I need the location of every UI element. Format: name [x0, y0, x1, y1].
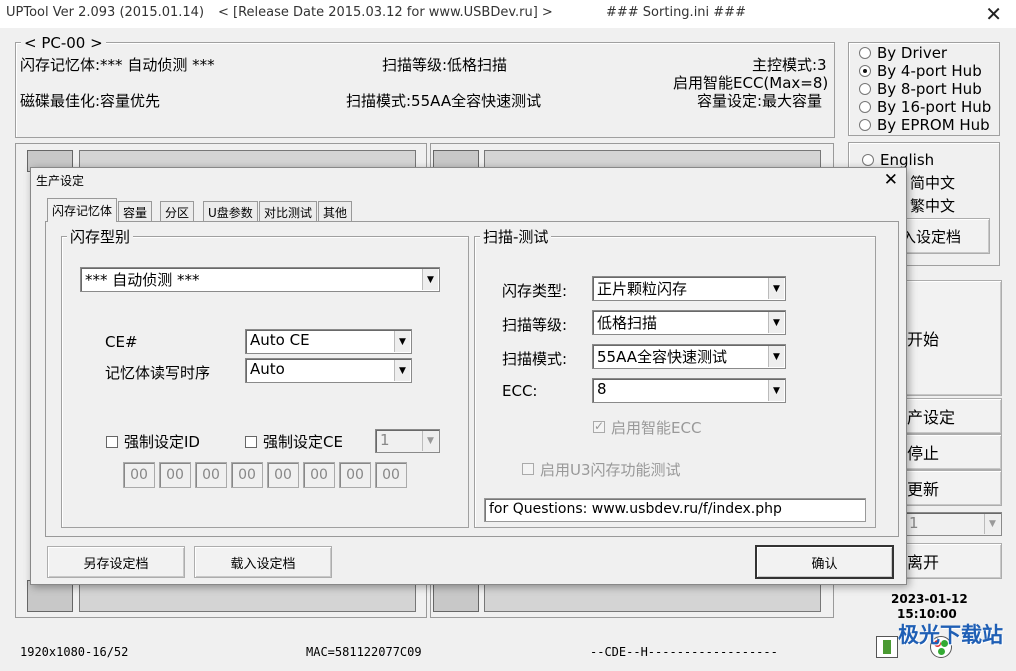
tab-flash-memory[interactable]: 闪存记忆体 [47, 198, 118, 222]
close-icon[interactable]: ✕ [985, 2, 1002, 26]
tab-capacity[interactable]: 容量 [118, 201, 153, 221]
cde-status: --CDE--H------------------ [590, 645, 778, 659]
tab-other[interactable]: 其他 [318, 201, 353, 221]
hub-label-4port: By 4-port Hub [877, 62, 982, 80]
save-config-button[interactable]: 另存设定档 [47, 546, 185, 578]
tab-compare-test[interactable]: 对比测试 [259, 201, 318, 221]
scan-level-label: 扫描等级: [502, 316, 568, 334]
scan-mode-value: 55AA全容快速测试 [597, 348, 728, 366]
scan-mode-info: 扫描模式:55AA全容快速测试 [346, 92, 542, 110]
u3-test-checkbox [522, 463, 534, 475]
scan-level-value: 低格扫描 [597, 314, 658, 332]
scan-mode-label: 扫描模式: [502, 350, 568, 368]
hub-label-8port: By 8-port Hub [877, 80, 982, 98]
scan-level-combo[interactable]: 低格扫描 ▼ [592, 310, 786, 335]
u3-test-label: 启用U3闪存功能测试 [540, 461, 681, 479]
ini-name: ### Sorting.ini ### [606, 5, 746, 20]
chevron-down-icon: ▼ [768, 346, 784, 367]
chevron-down-icon: ▼ [768, 278, 784, 299]
lang-label-simplified[interactable]: 简中文 [910, 172, 955, 193]
id-byte-field: 00 [231, 462, 263, 488]
hub-label-driver: By Driver [877, 44, 948, 62]
force-ce-label: 强制设定CE [263, 433, 343, 451]
disk-opt-info: 磁碟最佳化:容量优先 [20, 92, 161, 110]
id-byte-field: 00 [123, 462, 155, 488]
scan-test-group-label: 扫描-测试 [480, 226, 552, 247]
flash-kind-combo[interactable]: 正片颗粒闪存 ▼ [592, 276, 786, 301]
mac-status: MAC=581122077C09 [306, 645, 422, 659]
flash-type-combo[interactable]: *** 自动侦测 *** ▼ [80, 267, 440, 292]
ce-combo[interactable]: Auto CE ▼ [245, 329, 412, 354]
id-byte-field: 00 [339, 462, 371, 488]
flash-kind-value: 正片颗粒闪存 [597, 280, 688, 298]
smart-ecc-checkbox [593, 419, 605, 433]
id-byte-field: 00 [375, 462, 407, 488]
load-config-dialog-button[interactable]: 载入设定档 [194, 546, 332, 578]
hub-radio-16port[interactable] [859, 101, 871, 113]
timing-value: Auto [250, 360, 285, 378]
chevron-down-icon: ▼ [768, 380, 784, 401]
hub-radio-eprom[interactable] [859, 119, 871, 131]
chevron-down-icon: ▼ [422, 431, 438, 451]
force-ce-combo: 1 ▼ [375, 429, 440, 453]
id-byte-field: 00 [303, 462, 335, 488]
id-byte-field: 00 [267, 462, 299, 488]
lang-radio-english[interactable] [862, 154, 874, 166]
chevron-down-icon: ▼ [984, 514, 1000, 534]
scan-level-info: 扫描等级:低格扫描 [382, 56, 508, 74]
id-byte-field: 00 [159, 462, 191, 488]
timing-combo[interactable]: Auto ▼ [245, 358, 412, 383]
hub-label-16port: By 16-port Hub [877, 98, 992, 116]
flash-memory-info: 闪存记忆体:*** 自动侦测 *** [20, 56, 215, 74]
chevron-down-icon: ▼ [768, 312, 784, 333]
resolution-status: 1920x1080-16/52 [20, 645, 129, 659]
dialog-close-icon[interactable]: ✕ [884, 170, 898, 190]
force-ce-checkbox[interactable] [245, 436, 257, 448]
app-title: UPTool Ver 2.093 (2015.01.14) [6, 5, 205, 20]
hub-radio-8port[interactable] [859, 83, 871, 95]
chevron-down-icon: ▼ [394, 360, 410, 381]
dialog-title: 生产设定 [36, 174, 85, 188]
flash-type-value: *** 自动侦测 *** [85, 271, 200, 289]
id-byte-field: 00 [195, 462, 227, 488]
ecc-value: 8 [597, 380, 607, 398]
force-id-checkbox[interactable] [106, 436, 118, 448]
info-panel-label: < PC-00 > [21, 34, 106, 52]
tab-partition[interactable]: 分区 [160, 201, 195, 221]
ce-value: Auto CE [250, 331, 310, 349]
ecc-label: ECC: [502, 382, 538, 400]
hub-label-eprom: By EPROM Hub [877, 116, 990, 134]
port-count-value: 1 [909, 514, 919, 532]
watermark-logo: 极光下载站 [898, 623, 1003, 647]
ecc-combo[interactable]: 8 ▼ [592, 378, 786, 403]
hub-radio-driver[interactable] [859, 47, 871, 59]
smart-ecc-label: 启用智能ECC [611, 419, 702, 437]
capacity-info: 容量设定:最大容量 [697, 92, 823, 110]
questions-field[interactable]: for Questions: www.usbdev.ru/f/index.php [484, 498, 866, 522]
timing-label: 记忆体读写时序 [105, 364, 211, 382]
release-info: < [Release Date 2015.03.12 for www.USBDe… [218, 5, 553, 20]
tab-udisk-params[interactable]: U盘参数 [203, 201, 258, 221]
title-bar: UPTool Ver 2.093 (2015.01.14) < [Release… [0, 0, 1016, 28]
lang-label-traditional[interactable]: 繁中文 [910, 195, 955, 216]
flash-type-group-label: 闪存型别 [67, 226, 134, 247]
scan-mode-combo[interactable]: 55AA全容快速测试 ▼ [592, 344, 786, 369]
download-icon[interactable] [876, 636, 898, 658]
ce-label: CE# [105, 333, 138, 351]
force-ce-value: 1 [380, 431, 390, 449]
chevron-down-icon: ▼ [422, 269, 438, 290]
ok-button[interactable]: 确认 [755, 545, 894, 579]
production-settings-dialog: 生产设定 ✕ 闪存记忆体 容量 分区 U盘参数 对比测试 其他 闪存型别 ***… [30, 167, 907, 585]
chevron-down-icon: ▼ [394, 331, 410, 352]
force-id-label: 强制设定ID [124, 433, 200, 451]
hub-radio-4port[interactable] [859, 65, 871, 77]
current-date: 2023-01-12 [891, 592, 968, 606]
flash-kind-label: 闪存类型: [502, 282, 568, 300]
